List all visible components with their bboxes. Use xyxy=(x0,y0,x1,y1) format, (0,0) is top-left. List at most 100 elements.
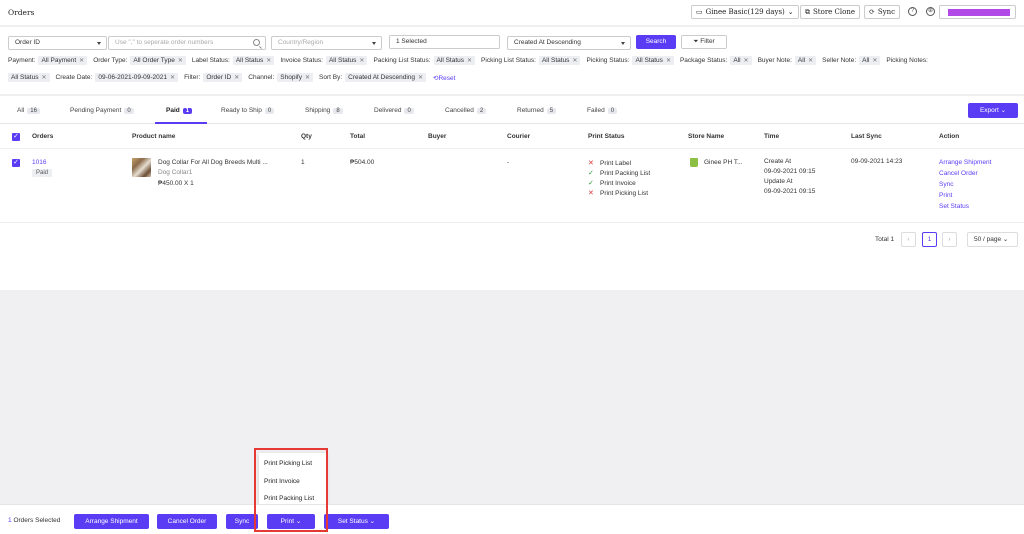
user-name-redacted xyxy=(948,9,1010,16)
filter-label: Invoice Status: xyxy=(280,57,323,64)
bulk-cancel-order-button[interactable]: Cancel Order xyxy=(157,514,217,529)
bulk-set-status-button[interactable]: Set Status ⌄ xyxy=(324,514,389,529)
filter-label: Picking List Status: xyxy=(481,57,536,64)
divider xyxy=(0,222,1024,223)
help-icon[interactable]: ? xyxy=(908,7,917,16)
sort-select[interactable]: Created At Descending xyxy=(507,36,631,50)
store-clone-label: Store Clone xyxy=(813,8,855,16)
user-menu[interactable] xyxy=(939,5,1016,19)
filter-label: Payment: xyxy=(8,57,36,64)
filter-chip[interactable]: All Status ✕ xyxy=(232,56,275,65)
tab-paid[interactable]: Paid 1 xyxy=(166,107,193,114)
close-icon[interactable]: ✕ xyxy=(744,57,749,64)
filter-chip[interactable]: All Status ✕ xyxy=(433,56,476,65)
close-icon[interactable]: ✕ xyxy=(359,57,364,64)
store-multi-select[interactable]: 1 Selected xyxy=(389,35,500,49)
tab-pending-payment[interactable]: Pending Payment 0 xyxy=(70,107,134,114)
qty: 1 xyxy=(301,159,305,166)
sync-button[interactable]: ⟳ Sync xyxy=(864,5,901,19)
close-icon[interactable]: ✕ xyxy=(418,74,423,81)
arrange-shipment-link[interactable]: Arrange Shipment xyxy=(939,159,991,166)
filter-button[interactable]: ⏷ Filter xyxy=(681,35,727,49)
filter-label: Label Status: xyxy=(191,57,230,64)
shopify-icon xyxy=(690,158,698,167)
order-id-link[interactable]: 1016 xyxy=(32,159,46,166)
column-header: Print Status xyxy=(588,133,625,140)
chevron-down-icon: ⌄ xyxy=(369,518,376,525)
selected-number: 1 xyxy=(8,517,12,524)
filter-chip[interactable]: Shopify ✕ xyxy=(277,73,314,82)
chevron-down-icon: ⌄ xyxy=(787,8,794,16)
close-icon[interactable]: ✕ xyxy=(234,74,239,81)
sync-link[interactable]: Sync xyxy=(939,181,953,188)
search-icon[interactable] xyxy=(253,39,260,46)
page-size-select[interactable]: 50 / page ⌄ xyxy=(967,232,1018,247)
tab-ready-to-ship[interactable]: Ready to Ship 0 xyxy=(221,107,275,114)
filter-chip[interactable]: 09-06-2021-09-09-2021 ✕ xyxy=(95,73,179,82)
product-name[interactable]: Dog Collar For All Dog Breeds Multi ... xyxy=(158,159,268,166)
export-button[interactable]: Export ⌄ xyxy=(968,103,1018,118)
row-checkbox[interactable]: ✓ xyxy=(12,159,20,167)
close-icon[interactable]: ✕ xyxy=(41,74,46,81)
tab-label: Delivered xyxy=(374,107,402,114)
next-page-button[interactable]: › xyxy=(942,232,957,247)
filter-chip[interactable]: All ✕ xyxy=(730,56,752,65)
search-field-value: Order ID xyxy=(15,39,40,46)
close-icon[interactable]: ✕ xyxy=(305,74,310,81)
close-icon[interactable]: ✕ xyxy=(572,57,577,64)
chevron-down-icon xyxy=(97,42,101,45)
close-icon[interactable]: ✕ xyxy=(266,57,271,64)
cancel-order-link[interactable]: Cancel Order xyxy=(939,170,978,177)
close-icon[interactable]: ✕ xyxy=(79,57,84,64)
tab-delivered[interactable]: Delivered 0 xyxy=(374,107,414,114)
filter-chip[interactable]: All Payment ✕ xyxy=(38,56,88,65)
close-icon[interactable]: ✕ xyxy=(467,57,472,64)
prev-page-button[interactable]: ‹ xyxy=(901,232,916,247)
close-icon[interactable]: ✕ xyxy=(170,74,175,81)
tab-shipping[interactable]: Shipping 8 xyxy=(305,107,343,114)
filter-label: Packing List Status: xyxy=(373,57,431,64)
filter-chip[interactable]: All Status ✕ xyxy=(8,73,50,82)
product-thumbnail[interactable] xyxy=(132,158,151,177)
tab-returned[interactable]: Returned 5 xyxy=(517,107,557,114)
plan-selector[interactable]: ▭ Ginee Basic(129 days) ⌄ xyxy=(691,5,799,19)
tab-cancelled[interactable]: Cancelled 2 xyxy=(445,107,487,114)
search-input[interactable]: Use "," to seperate order numbers xyxy=(108,36,266,50)
tab-all[interactable]: All 16 xyxy=(17,107,40,114)
bulk-arrange-shipment-button[interactable]: Arrange Shipment xyxy=(74,514,149,529)
store-clone-button[interactable]: ⧉ Store Clone xyxy=(800,5,860,19)
country-select[interactable]: Country/Region xyxy=(271,36,382,50)
tab-count: 0 xyxy=(124,107,134,114)
close-icon[interactable]: ✕ xyxy=(666,57,671,64)
store-name: Ginee PH T... xyxy=(704,159,743,166)
price-line: ₱450.00 X 1 xyxy=(158,180,194,187)
filter-chip[interactable]: Created At Descending ✕ xyxy=(345,73,427,82)
cross-icon: ✕ xyxy=(588,160,594,167)
page-number[interactable]: 1 xyxy=(922,232,937,247)
filter-chip[interactable]: All Order Type ✕ xyxy=(130,56,186,65)
chevron-down-icon xyxy=(621,42,625,45)
filter-chip[interactable]: All ✕ xyxy=(794,56,817,65)
tab-count: 16 xyxy=(27,107,40,114)
search-button[interactable]: Search xyxy=(636,35,676,49)
country-placeholder: Country/Region xyxy=(278,39,324,46)
close-icon[interactable]: ✕ xyxy=(872,57,877,64)
column-header: Courier xyxy=(507,133,531,140)
print-link[interactable]: Print xyxy=(939,192,952,199)
filter-label: Filter xyxy=(700,38,715,45)
active-filters-row-2: All Status ✕ Create Date: 09-06-2021-09-09… xyxy=(8,73,455,82)
set-status-link[interactable]: Set Status xyxy=(939,203,969,210)
filter-chip[interactable]: All Status ✕ xyxy=(538,56,581,65)
search-field-select[interactable]: Order ID xyxy=(8,36,107,50)
tab-failed[interactable]: Failed 0 xyxy=(587,107,618,114)
filter-chip[interactable]: All Status ✕ xyxy=(325,56,368,65)
select-all-checkbox[interactable]: ✓ xyxy=(12,133,20,141)
globe-icon[interactable]: ⊕ xyxy=(926,7,935,16)
close-icon[interactable]: ✕ xyxy=(808,57,813,64)
filter-chip[interactable]: Order ID ✕ xyxy=(203,73,243,82)
filter-chip[interactable]: All ✕ xyxy=(859,56,881,65)
update-label: Update At xyxy=(764,178,793,185)
reset-link[interactable]: ⟲Reset xyxy=(433,74,455,82)
filter-chip[interactable]: All Status ✕ xyxy=(632,56,674,65)
close-icon[interactable]: ✕ xyxy=(178,57,183,64)
